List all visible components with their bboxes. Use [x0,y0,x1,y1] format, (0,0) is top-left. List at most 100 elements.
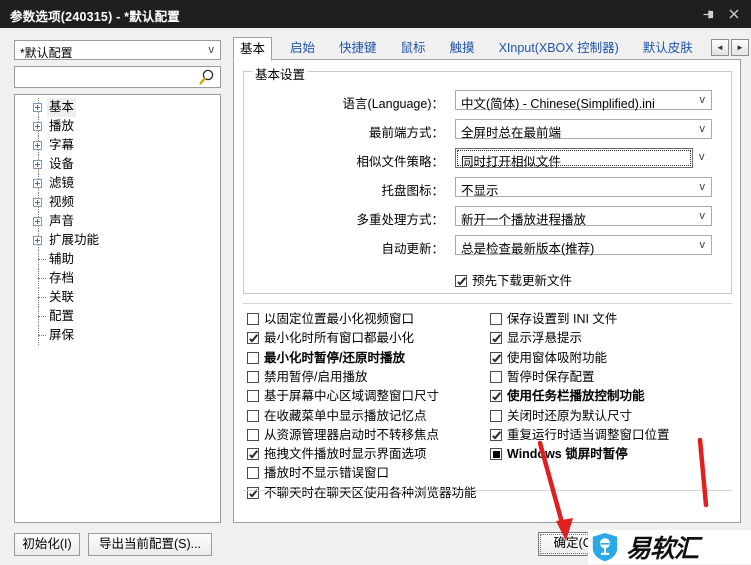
field-row: 相似文件策略：v同时打开相似文件 [244,148,733,170]
tab-启始[interactable]: 启始 [284,38,321,60]
tab-XInput(XBOX 控制器)[interactable]: XInput(XBOX 控制器) [493,38,625,60]
checkbox-box [247,487,259,499]
checkbox-box [247,448,259,460]
tree-item-设备[interactable]: 设备 [15,155,220,174]
tab-基本[interactable]: 基本 [233,37,272,61]
checkbox-label: 关闭时还原为默认尺寸 [507,407,632,426]
export-config-button[interactable]: 导出当前配置(S)... [88,533,212,556]
tree-expand-icon[interactable] [33,103,42,112]
tree-item-label: 滤镜 [49,174,74,193]
tree-item-基本[interactable]: 基本 [15,98,220,117]
field-combo-5[interactable]: 总是检查最新版本(推荐) v [455,235,712,255]
group-title: 基本设置 [252,64,308,83]
search-box[interactable] [14,66,221,88]
close-icon[interactable] [721,0,747,28]
checkbox-box [247,352,259,364]
pin-icon[interactable] [695,0,721,28]
tree-expand-icon[interactable] [33,198,42,207]
tree-item-扩展功能[interactable]: 扩展功能 [15,231,220,250]
checkbox-box [247,313,259,325]
checkbox-label: 显示浮悬提示 [507,329,582,348]
tree-expand-icon[interactable] [33,122,42,131]
tree-item-滤镜[interactable]: 滤镜 [15,174,220,193]
field-combo-4[interactable]: 新开一个播放进程播放v [455,206,712,226]
tree-elbow [38,278,46,280]
checkbox-box [490,429,502,441]
tab-触摸[interactable]: 触摸 [444,38,481,60]
profile-combo[interactable]: *默认配置 v [14,40,221,60]
checkbox-label: 基于屏幕中心区域调整窗口尺寸 [264,387,439,406]
checkbox-label: 最小化时暂停/还原时播放 [264,349,405,368]
checkbox-box [455,275,467,287]
initialize-button[interactable]: 初始化(I) [14,533,80,556]
settings-tree[interactable]: 基本播放字幕设备滤镜视频声音扩展功能辅助存档关联配置屏保 [14,94,221,523]
tree-item-辅助[interactable]: 辅助 [15,250,220,269]
tree-item-关联[interactable]: 关联 [15,288,220,307]
field-combo-value: 不显示 [461,180,499,199]
field-row: 语言(Language)：中文(简体) - Chinese(Simplified… [244,90,733,112]
field-combo-1[interactable]: 全屏时总在最前端 v [455,119,712,139]
tree-elbow [38,259,46,261]
field-label: 相似文件策略： [244,151,444,170]
field-combo-0[interactable]: 中文(简体) - Chinese(Simplified).ini v [455,90,712,110]
tree-expand-icon[interactable] [33,179,42,188]
tab-scroll-right-button[interactable]: ► [731,39,749,56]
tab-scroll-left-button[interactable]: ◄ [711,39,729,56]
tree-item-label: 配置 [49,307,74,326]
checkbox-label: Windows 锁屏时暂停 [507,445,628,464]
field-label: 多重处理方式： [244,209,444,228]
field-combo-value: 新开一个播放进程播放 [461,209,586,228]
tree-expand-icon[interactable] [33,236,42,245]
checkbox-label: 拖拽文件播放时显示界面选项 [264,445,427,464]
field-combo-value: 中文(简体) - Chinese(Simplified).ini [461,93,655,112]
tree-expand-icon[interactable] [33,141,42,150]
checkbox-label: 禁用暂停/启用播放 [264,368,367,387]
checkbox-box [490,313,502,325]
chevron-down-icon: v [700,239,706,251]
checkbox-label: 使用窗体吸附功能 [507,349,607,368]
checkbox-label: 暂停时保存配置 [507,368,595,387]
tree-item-label: 视频 [49,193,74,212]
chevron-down-icon: v [700,123,706,135]
field-combo-value: 总是检查最新版本(推荐) [461,238,594,257]
tree-item-label: 存档 [49,269,74,288]
tree-item-label: 基本 [47,98,76,117]
tree-expand-icon[interactable] [33,217,42,226]
tree-item-屏保[interactable]: 屏保 [15,326,220,345]
checkbox-predownload[interactable]: 预先下载更新文件 [455,272,572,291]
options-dialog: 参数选项(240315) - *默认配置 *默认配置 v 基本播放字幕设备滤镜视… [0,0,751,564]
field-combo-3[interactable]: 不显示v [455,177,712,197]
search-icon[interactable] [198,69,216,86]
checkbox-box [247,371,259,383]
tree-item-存档[interactable]: 存档 [15,269,220,288]
window-title: 参数选项(240315) - *默认配置 [10,6,180,25]
tree-item-配置[interactable]: 配置 [15,307,220,326]
search-input[interactable] [19,69,198,87]
tree-item-字幕[interactable]: 字幕 [15,136,220,155]
field-combo-value: 全屏时总在最前端 [461,122,561,141]
field-row: 自动更新： 总是检查最新版本(推荐) v [244,235,733,257]
tree-elbow [38,297,46,299]
tree-item-播放[interactable]: 播放 [15,117,220,136]
field-label: 最前端方式： [244,122,444,141]
tab-快捷键[interactable]: 快捷键 [333,38,383,60]
tree-item-声音[interactable]: 声音 [15,212,220,231]
field-row: 最前端方式： 全屏时总在最前端 v [244,119,733,141]
field-row: 多重处理方式： 新开一个播放进程播放v [244,206,733,228]
tree-elbow [38,335,46,337]
tree-item-视频[interactable]: 视频 [15,193,220,212]
chevron-down-icon: v [700,94,706,106]
checkbox-label: 从资源管理器启动时不转移焦点 [264,426,439,445]
tree-elbow [38,316,46,318]
tree-expand-icon[interactable] [33,160,42,169]
checkbox-box [490,352,502,364]
field-label: 自动更新： [244,238,444,257]
predownload-row: 预先下载更新文件 [455,272,572,290]
tab-默认皮肤[interactable]: 默认皮肤 [637,38,699,60]
field-label: 托盘图标： [244,180,444,199]
tree-item-label: 播放 [49,117,74,136]
tab-鼠标[interactable]: 鼠标 [395,38,432,60]
checkbox-label: 保存设置到 INI 文件 [507,310,617,329]
field-combo-2[interactable]: 同时打开相似文件 [455,148,693,168]
checkbox-label: 以固定位置最小化视频窗口 [264,310,414,329]
